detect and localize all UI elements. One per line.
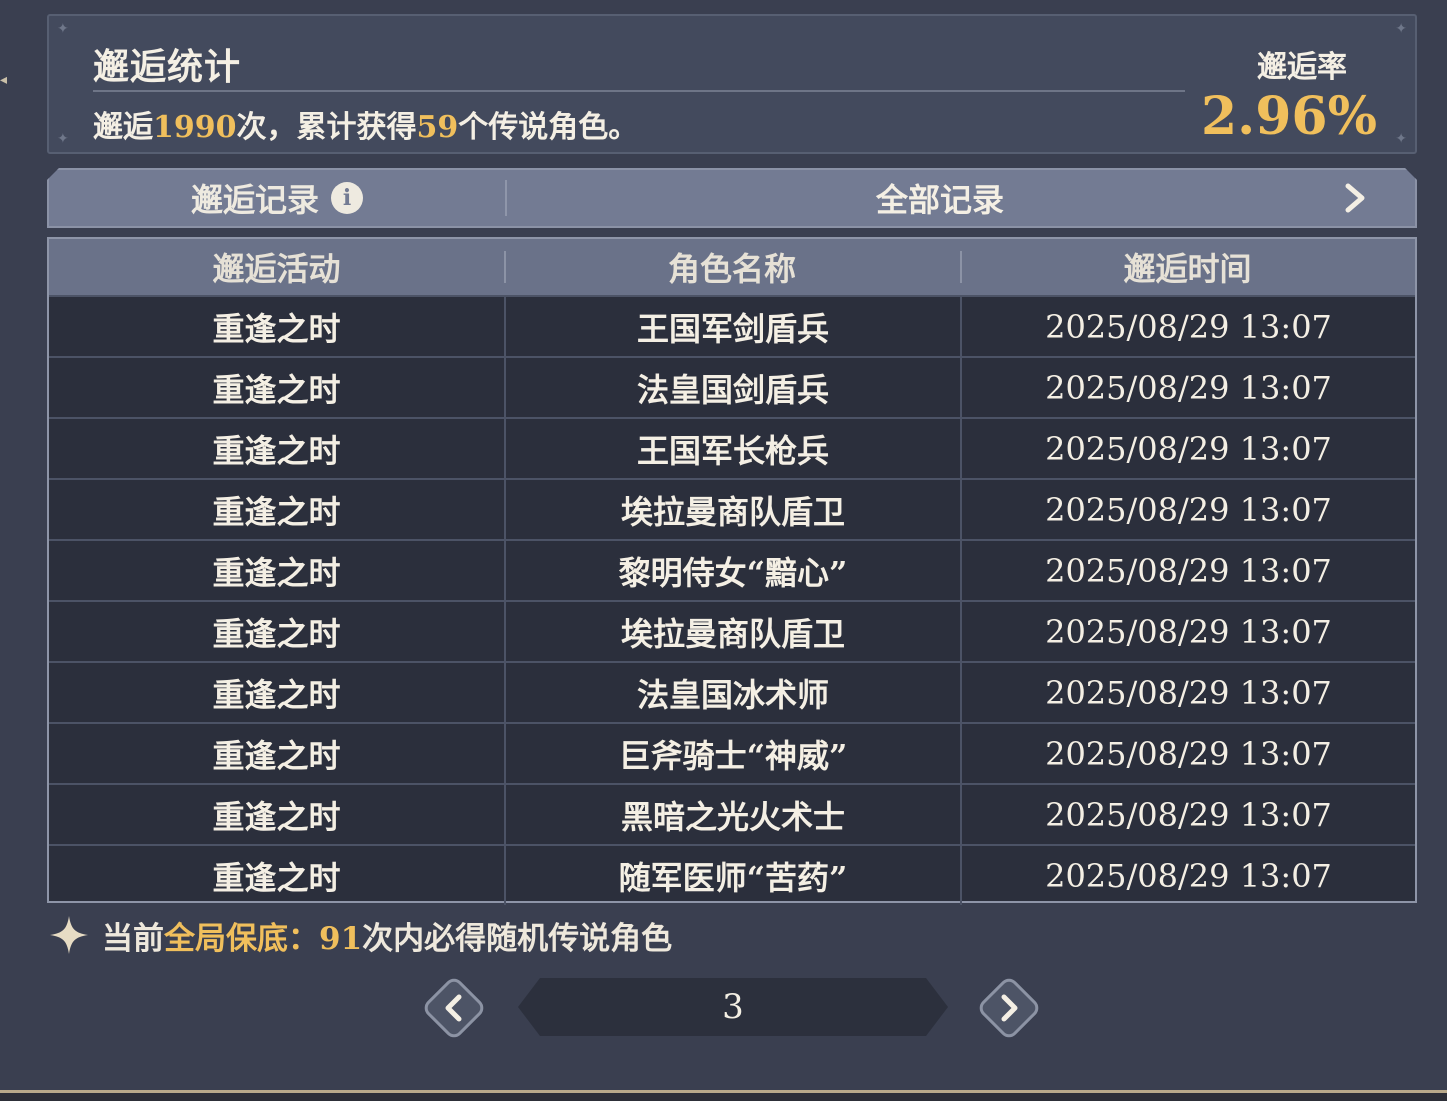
cell-character: 巨斧骑士“神威” xyxy=(504,724,960,783)
table-row: 重逢之时 王国军剑盾兵 2025/08/29 13:07 xyxy=(49,295,1415,356)
edge-ornament: ◂ xyxy=(0,72,8,88)
rate-label: 邂逅率 xyxy=(1257,50,1347,85)
chevron-right-icon[interactable] xyxy=(1339,182,1371,214)
cell-time: 2025/08/29 13:07 xyxy=(960,846,1415,905)
tab-all-records[interactable]: 全部记录 xyxy=(507,170,1373,226)
summary-suffix: 个传说角色。 xyxy=(458,110,639,145)
cell-character: 埃拉曼商队盾卫 xyxy=(504,480,960,539)
prev-page-button[interactable] xyxy=(418,972,490,1044)
corner-ornament-icon: ✦ xyxy=(1395,21,1407,37)
cell-event: 重逢之时 xyxy=(212,614,341,653)
table-row: 重逢之时 巨斧骑士“神威” 2025/08/29 13:07 xyxy=(49,722,1415,783)
cell-event: 重逢之时 xyxy=(212,675,341,714)
sparkle-star-icon xyxy=(50,916,88,954)
cell-character: 黑暗之光火术士 xyxy=(504,785,960,844)
encounter-stats-panel: ✦ ✦ ✦ ✦ 邂逅统计 邂逅1990次，累计获得59个传说角色。 邂逅率 2.… xyxy=(47,14,1417,154)
cell-time: 2025/08/29 13:07 xyxy=(960,480,1415,539)
column-header-time: 邂逅时间 xyxy=(960,239,1415,295)
cell-event: 重逢之时 xyxy=(212,858,341,897)
tab-all-records-label: 全部记录 xyxy=(875,181,1004,219)
pity-prefix: 当前 xyxy=(102,920,164,957)
cell-time: 2025/08/29 13:07 xyxy=(960,419,1415,478)
corner-ornament-icon: ✦ xyxy=(1395,131,1407,147)
cell-event: 重逢之时 xyxy=(212,309,341,348)
cell-time: 2025/08/29 13:07 xyxy=(960,541,1415,600)
cell-event: 重逢之时 xyxy=(212,736,341,775)
next-page-button[interactable] xyxy=(973,972,1045,1044)
cell-character: 法皇国冰术师 xyxy=(504,663,960,722)
table-row: 重逢之时 法皇国冰术师 2025/08/29 13:07 xyxy=(49,661,1415,722)
table-row: 重逢之时 王国军长枪兵 2025/08/29 13:07 xyxy=(49,417,1415,478)
pity-count: 91 xyxy=(319,920,363,957)
pity-highlight: 全局保底： xyxy=(164,920,319,957)
column-header-character: 角色名称 xyxy=(504,239,960,295)
cell-character: 黎明侍女“黯心” xyxy=(504,541,960,600)
cell-time: 2025/08/29 13:07 xyxy=(960,785,1415,844)
stats-title: 邂逅统计 xyxy=(93,46,242,88)
cell-event: 重逢之时 xyxy=(212,431,341,470)
cell-time: 2025/08/29 13:07 xyxy=(960,602,1415,661)
cell-time: 2025/08/29 13:07 xyxy=(960,358,1415,417)
table-row: 重逢之时 埃拉曼商队盾卫 2025/08/29 13:07 xyxy=(49,478,1415,539)
pity-suffix: 次内必得随机传说角色 xyxy=(362,920,673,957)
cell-time: 2025/08/29 13:07 xyxy=(960,297,1415,356)
tab-encounter-records[interactable]: 邂逅记录 i xyxy=(49,170,505,226)
table-row: 重逢之时 埃拉曼商队盾卫 2025/08/29 13:07 xyxy=(49,600,1415,661)
page-indicator: 3 xyxy=(518,978,948,1036)
summary-mid: 次，累计获得 xyxy=(236,110,417,145)
cell-character: 埃拉曼商队盾卫 xyxy=(504,602,960,661)
title-divider xyxy=(93,90,1185,92)
cell-time: 2025/08/29 13:07 xyxy=(960,663,1415,722)
pity-notice: 当前全局保底：91次内必得随机传说角色 xyxy=(48,912,672,958)
cell-character: 法皇国剑盾兵 xyxy=(504,358,960,417)
bottom-border xyxy=(0,1090,1447,1101)
table-header: 邂逅活动 角色名称 邂逅时间 xyxy=(49,239,1415,295)
cell-character: 随军医师“苦药” xyxy=(504,846,960,905)
table-row: 重逢之时 随军医师“苦药” 2025/08/29 13:07 xyxy=(49,844,1415,905)
encounter-count: 1990 xyxy=(153,110,237,145)
record-tab-bar: 邂逅记录 i 全部记录 xyxy=(47,168,1417,228)
cell-time: 2025/08/29 13:07 xyxy=(960,724,1415,783)
tab-encounter-records-label: 邂逅记录 xyxy=(190,181,319,219)
cell-event: 重逢之时 xyxy=(212,797,341,836)
pity-text: 当前全局保底：91次内必得随机传说角色 xyxy=(102,913,672,958)
records-table: 邂逅活动 角色名称 邂逅时间 重逢之时 王国军剑盾兵 2025/08/29 13:0… xyxy=(47,237,1417,905)
cell-character: 王国军长枪兵 xyxy=(504,419,960,478)
stats-summary: 邂逅1990次，累计获得59个传说角色。 xyxy=(93,102,638,146)
info-icon[interactable]: i xyxy=(331,182,363,214)
cell-event: 重逢之时 xyxy=(212,553,341,592)
cell-event: 重逢之时 xyxy=(212,492,341,531)
table-row: 重逢之时 黑暗之光火术士 2025/08/29 13:07 xyxy=(49,783,1415,844)
corner-ornament-icon: ✦ xyxy=(57,21,69,37)
column-header-event: 邂逅活动 xyxy=(212,250,341,288)
legendary-count: 59 xyxy=(416,110,459,145)
table-row: 重逢之时 黎明侍女“黯心” 2025/08/29 13:07 xyxy=(49,539,1415,600)
rate-value: 2.96% xyxy=(1200,86,1377,147)
current-page: 3 xyxy=(722,987,744,1027)
table-row: 重逢之时 法皇国剑盾兵 2025/08/29 13:07 xyxy=(49,356,1415,417)
corner-ornament-icon: ✦ xyxy=(57,131,69,147)
table-body: 重逢之时 王国军剑盾兵 2025/08/29 13:07 重逢之时 法皇国剑盾兵 2025… xyxy=(49,295,1415,905)
summary-prefix: 邂逅 xyxy=(93,110,153,145)
cell-character: 王国军剑盾兵 xyxy=(504,297,960,356)
cell-event: 重逢之时 xyxy=(212,370,341,409)
